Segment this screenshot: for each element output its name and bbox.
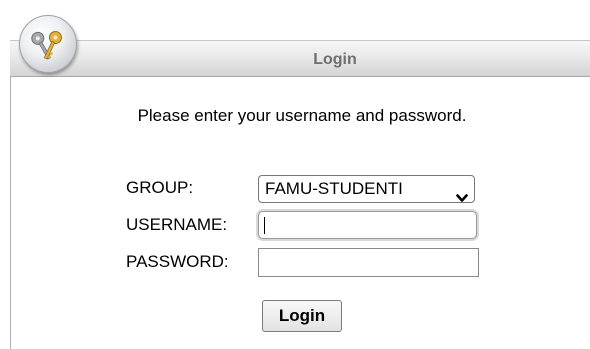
- username-input[interactable]: [258, 211, 477, 239]
- login-title: Login: [313, 51, 357, 68]
- password-input[interactable]: [258, 248, 479, 277]
- login-button[interactable]: Login: [262, 300, 342, 332]
- group-select[interactable]: FAMU-STUDENTI: [258, 175, 475, 203]
- username-label: USERNAME:: [126, 215, 228, 234]
- login-header-bar: Login: [10, 40, 590, 77]
- group-label: GROUP:: [126, 178, 194, 197]
- instructions-text: Please enter your username and password.: [137, 106, 467, 125]
- keys-icon: [19, 15, 77, 73]
- password-label: PASSWORD:: [126, 252, 229, 271]
- text-caret: [264, 217, 265, 234]
- group-select-value: FAMU-STUDENTI: [265, 179, 403, 198]
- login-page: Login Please enter your username and pas…: [0, 0, 590, 349]
- chevron-down-icon: [456, 185, 468, 202]
